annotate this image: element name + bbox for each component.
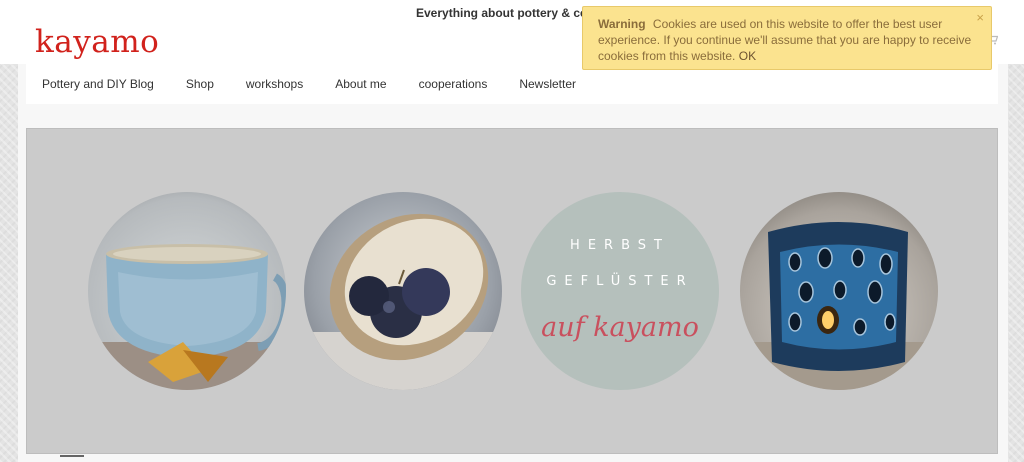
blue-ceramic-cup-image (88, 192, 286, 390)
badge-line-2: GEFLÜSTER (546, 274, 694, 289)
nav-item-shop[interactable]: Shop (186, 64, 214, 104)
nav-item-cooperations[interactable]: cooperations (419, 64, 488, 104)
cookie-warning-title: Warning (598, 17, 646, 31)
site-logo[interactable]: kayamo (35, 24, 159, 60)
cookie-warning-banner: Warning Cookies are used on this website… (582, 6, 992, 70)
cookie-ok-link[interactable]: OK (739, 49, 756, 63)
nav-item-about[interactable]: About me (335, 64, 386, 104)
close-icon[interactable]: × (976, 10, 984, 26)
badge-line-1: HERBST (570, 238, 670, 253)
badge-line-3: auf kayamo (541, 312, 699, 343)
herbst-gefluester-badge: HERBST GEFLÜSTER auf kayamo (521, 192, 719, 390)
nav-item-workshops[interactable]: workshops (246, 64, 303, 104)
site-tagline: Everything about pottery & cera (416, 6, 599, 20)
nav-item-blog[interactable]: Pottery and DIY Blog (42, 64, 154, 104)
content-heading-fragment (60, 455, 84, 457)
main-navigation: Pottery and DIY Blog Shop workshops Abou… (26, 64, 998, 104)
blue-lantern-image (740, 192, 938, 390)
hero-banner[interactable]: HERBST GEFLÜSTER auf kayamo (26, 128, 998, 454)
nav-item-newsletter[interactable]: Newsletter (519, 64, 576, 104)
cookie-warning-text: Cookies are used on this website to offe… (598, 17, 972, 63)
bowl-with-plums-image (304, 192, 502, 390)
